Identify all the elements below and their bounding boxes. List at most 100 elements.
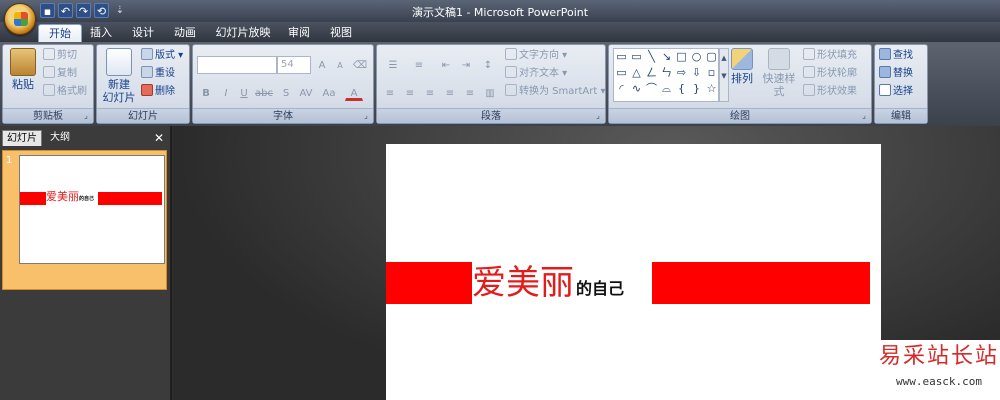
select-button[interactable]: 选择 <box>879 84 913 100</box>
justify-icon[interactable]: ≡ <box>441 85 459 101</box>
text-direction-label: 文字方向 <box>519 50 559 61</box>
effects-icon <box>803 84 815 96</box>
red-bar-left[interactable] <box>386 262 472 304</box>
dialog-launcher-icon[interactable]: ⌟ <box>593 111 603 121</box>
font-name-select[interactable] <box>197 56 277 74</box>
office-button[interactable] <box>4 3 36 35</box>
char-spacing-button[interactable]: AV <box>295 85 317 101</box>
arc-shape-icon[interactable]: ◜ <box>614 81 629 97</box>
line-shape-icon[interactable]: ╲ <box>644 49 659 65</box>
convert-smartart-button[interactable]: 转换为 SmartArt ▾ <box>505 84 606 100</box>
tab-home[interactable]: 开始 <box>38 24 82 42</box>
shape-effects-label: 形状效果 <box>817 86 857 97</box>
tab-animations[interactable]: 动画 <box>170 24 200 42</box>
font-color-button[interactable]: A <box>345 85 363 101</box>
copy-label: 复制 <box>57 68 77 79</box>
italic-button[interactable]: I <box>217 85 235 101</box>
curve-shape-icon[interactable]: ∿ <box>629 81 644 97</box>
red-bar-right[interactable] <box>652 262 870 304</box>
text-direction-button[interactable]: 文字方向 ▾ <box>505 48 567 64</box>
freeform-shape-icon[interactable]: ⌓ <box>659 81 674 97</box>
distributed-icon[interactable]: ≡ <box>461 85 479 101</box>
bullets-icon[interactable]: ☰ <box>381 57 405 73</box>
slide-title[interactable]: 爱美丽 的自己 <box>472 262 624 304</box>
align-text-button[interactable]: 对齐文本 ▾ <box>505 66 567 82</box>
tab-review[interactable]: 审阅 <box>284 24 314 42</box>
find-button[interactable]: 查找 <box>879 48 913 64</box>
textbox-shape-icon[interactable]: ▭ <box>614 49 629 65</box>
tab-slideshow[interactable]: 幻灯片放映 <box>212 24 274 42</box>
shape-fill-label: 形状填充 <box>817 50 857 61</box>
quick-styles-button[interactable]: 快速样式 <box>759 48 799 98</box>
reset-button[interactable]: 重设 <box>141 66 175 82</box>
clipboard-group-label: 剪贴板 <box>3 108 93 123</box>
rect2-shape-icon[interactable]: ▭ <box>614 65 629 81</box>
shape-outline-button[interactable]: 形状轮廓 <box>803 66 857 82</box>
shadow-button[interactable]: S <box>277 85 295 101</box>
change-case-button[interactable]: Aa <box>319 85 339 101</box>
increase-indent-icon[interactable]: ⇥ <box>457 57 475 73</box>
slide-thumbnail-selected[interactable]: 1 爱美丽的自己 <box>2 150 167 290</box>
elbow-connector-icon[interactable]: ㄥ <box>644 65 659 81</box>
editing-group-label: 编辑 <box>875 108 927 123</box>
grow-font-button[interactable]: A <box>313 57 331 73</box>
rounded-rect-shape-icon[interactable]: ▢ <box>704 49 719 65</box>
tab-view[interactable]: 视图 <box>326 24 356 42</box>
strikethrough-button[interactable]: abc <box>253 85 275 101</box>
layout-button[interactable]: 版式 ▾ <box>141 48 183 64</box>
columns-icon[interactable]: ▥ <box>481 85 499 101</box>
layout-label: 版式 <box>155 50 175 61</box>
right-arrow-shape-icon[interactable]: ⇨ <box>674 65 689 81</box>
oval-shape-icon[interactable]: ○ <box>689 49 704 65</box>
fill-icon <box>803 48 815 60</box>
down-arrow-shape-icon[interactable]: ⇩ <box>689 65 704 81</box>
copy-button[interactable]: 复制 <box>43 66 77 82</box>
elbow-arrow-icon[interactable]: ㄣ <box>659 65 674 81</box>
format-painter-button[interactable]: 格式刷 <box>43 84 87 100</box>
numbering-icon[interactable]: ≡ <box>407 57 431 73</box>
close-icon[interactable]: ✕ <box>154 130 164 146</box>
dialog-launcher-icon[interactable]: ⌟ <box>361 111 371 121</box>
replace-button[interactable]: 替换 <box>879 66 913 82</box>
cut-button[interactable]: 剪切 <box>43 48 77 64</box>
arrange-button[interactable]: 排列 <box>727 48 757 85</box>
align-center-icon[interactable]: ≡ <box>401 85 419 101</box>
right-brace-icon[interactable]: } <box>689 81 704 97</box>
tab-insert[interactable]: 插入 <box>86 24 116 42</box>
new-slide-button[interactable]: 新建 幻灯片 <box>99 48 139 104</box>
line-spacing-icon[interactable]: ↕ <box>477 57 499 73</box>
new-slide-label-2: 幻灯片 <box>102 91 136 104</box>
slide-title-rest: 的自己 <box>576 279 625 298</box>
bold-button[interactable]: B <box>197 85 215 101</box>
replace-icon <box>879 66 891 78</box>
curve2-shape-icon[interactable]: ⌒ <box>644 81 659 97</box>
slide-thumbnail[interactable]: 爱美丽的自己 <box>19 155 165 264</box>
arrow-line-shape-icon[interactable]: ↘ <box>659 49 674 65</box>
underline-button[interactable]: U <box>235 85 253 101</box>
site-watermark: 易采站长站 www.easck.com <box>878 340 1000 400</box>
delete-slide-button[interactable]: 删除 <box>141 84 175 100</box>
slide-canvas[interactable]: 爱美丽 的自己 <box>386 144 881 400</box>
shape-fill-button[interactable]: 形状填充 <box>803 48 857 64</box>
font-size-select[interactable]: 54 <box>277 56 311 74</box>
tab-slides[interactable]: 幻灯片 <box>2 130 42 146</box>
rectangle-shape-icon[interactable]: □ <box>674 49 689 65</box>
shape-effects-button[interactable]: 形状效果 <box>803 84 857 100</box>
dialog-launcher-icon[interactable]: ⌟ <box>81 111 91 121</box>
tab-outline[interactable]: 大纲 <box>46 130 74 146</box>
vtextbox-shape-icon[interactable]: ▭ <box>629 49 644 65</box>
dialog-launcher-icon[interactable]: ⌟ <box>859 111 869 121</box>
align-right-icon[interactable]: ≡ <box>421 85 439 101</box>
tab-design[interactable]: 设计 <box>128 24 158 42</box>
shapes-gallery[interactable]: ▭ ▭ ╲ ↘ □ ○ ▢ ▭ △ ㄥ ㄣ ⇨ ⇩ ▫ ◜ ∿ ⌒ ⌓ { } … <box>613 48 719 102</box>
align-left-icon[interactable]: ≡ <box>381 85 399 101</box>
left-brace-icon[interactable]: { <box>674 81 689 97</box>
clear-format-icon[interactable]: ⌫ <box>351 57 369 73</box>
shrink-font-button[interactable]: A <box>331 57 349 73</box>
decrease-indent-icon[interactable]: ⇤ <box>437 57 455 73</box>
scissors-icon <box>43 48 55 60</box>
triangle-shape-icon[interactable]: △ <box>629 65 644 81</box>
paste-button[interactable]: 粘贴 <box>6 48 40 91</box>
more-shape-icon[interactable]: ▫ <box>704 65 719 81</box>
star-shape-icon[interactable]: ☆ <box>704 81 719 97</box>
